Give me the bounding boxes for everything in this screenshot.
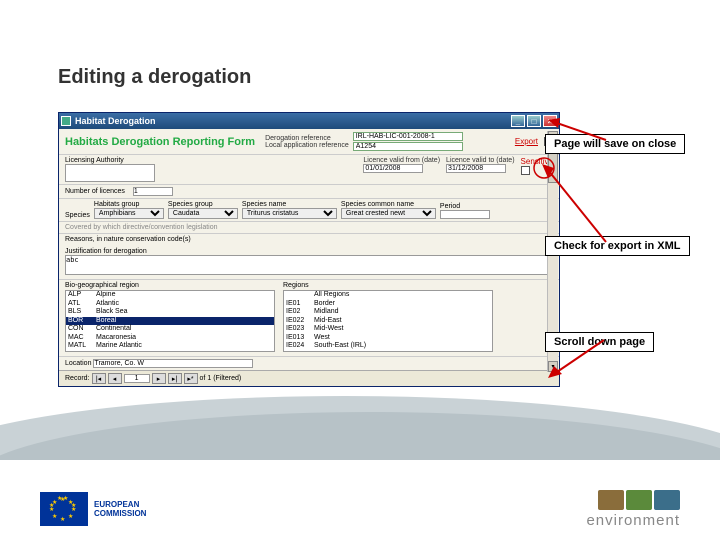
local-ref-label: Local application reference <box>265 142 349 149</box>
common-name-select[interactable]: Triturus cristatus <box>242 208 337 219</box>
window-title: Habitat Derogation <box>75 116 156 126</box>
window-titlebar: Habitat Derogation _ □ × <box>59 113 559 129</box>
derogation-ref-label: Derogation reference <box>265 135 349 142</box>
nav-prev-button[interactable]: ◂ <box>108 373 122 384</box>
justification-label: Justification for derogation <box>65 248 553 255</box>
environment-logo: environment <box>586 490 680 529</box>
app-window: Habitat Derogation _ □ × Habitats Deroga… <box>58 112 560 387</box>
row-reasons: Reasons, in nature conservation code(s) <box>59 234 559 246</box>
nav-new-button[interactable]: ▸* <box>184 373 198 384</box>
bio-region-label: Bio-geographical region <box>65 282 275 289</box>
species-select[interactable]: Caudata <box>168 208 238 219</box>
nav-last-button[interactable]: ▸| <box>168 373 182 384</box>
slide-title: Editing a derogation <box>58 66 251 89</box>
valid-to-label: Licence valid to (date) <box>446 157 514 164</box>
nav-of-label: of <box>200 375 206 382</box>
scroll-down-button[interactable]: ▾ <box>548 361 558 372</box>
env-tile-icon <box>598 490 624 510</box>
period-label: Period <box>440 203 490 210</box>
footer: EUROPEANCOMMISSION environment <box>0 478 720 540</box>
local-ref-input[interactable] <box>353 142 463 151</box>
species-group-label: Species <box>65 212 90 219</box>
derogation-ref-input[interactable] <box>353 132 463 141</box>
env-tile-icon <box>654 490 680 510</box>
env-tile-icon <box>626 490 652 510</box>
nav-first-button[interactable]: |◂ <box>92 373 106 384</box>
nav-label: Record: <box>65 375 90 382</box>
callout-scroll-down: Scroll down page <box>545 332 654 352</box>
export-link[interactable]: Export <box>515 137 538 146</box>
nav-position-input[interactable] <box>124 374 150 383</box>
location-input[interactable] <box>93 359 253 368</box>
licensing-authority-label: Licensing Authority <box>65 157 155 164</box>
period-input[interactable] <box>440 210 490 219</box>
sci-name-select[interactable]: Great crested newt <box>341 208 436 219</box>
reasons-label: Reasons, in nature conservation code(s) <box>65 236 553 243</box>
num-licences-label: Number of licences <box>65 188 125 195</box>
species-sub-label: Species group <box>168 201 238 208</box>
eu-commission-label: EUROPEANCOMMISSION <box>94 500 146 518</box>
num-licences-input[interactable] <box>133 187 173 196</box>
form-header: Habitats Derogation Reporting Form Derog… <box>59 129 559 155</box>
nav-total: 1 (Filtered) <box>207 375 241 382</box>
app-icon <box>61 116 71 126</box>
covered-label: Covered by which directive/convention le… <box>59 222 559 234</box>
nav-next-button[interactable]: ▸ <box>152 373 166 384</box>
licensing-authority-input[interactable] <box>65 164 155 182</box>
sensitive-checkbox[interactable] <box>521 166 530 175</box>
record-navigator: Record: |◂ ◂ ▸ ▸| ▸* of 1 (Filtered) <box>59 370 559 386</box>
location-label: Location <box>65 360 91 367</box>
common-name-label: Species name <box>242 201 337 208</box>
close-button[interactable]: × <box>543 115 557 127</box>
bio-region-listbox[interactable]: ALPAlpine ATLAtlantic BLSBlack Sea BORBo… <box>65 290 275 352</box>
row-species: Species Habitats group Amphibians Specie… <box>59 199 559 222</box>
justification-textarea[interactable]: abc <box>65 255 553 275</box>
regions-label: Regions <box>283 282 493 289</box>
form-title: Habitats Derogation Reporting Form <box>65 136 255 148</box>
row-location: Location <box>59 356 559 370</box>
valid-from-input[interactable] <box>363 164 423 173</box>
maximize-button[interactable]: □ <box>527 115 541 127</box>
row-lists: Bio-geographical region ALPAlpine ATLAtl… <box>59 280 559 356</box>
row-num-licences: Number of licences <box>59 185 559 199</box>
valid-from-label: Licence valid from (date) <box>363 157 440 164</box>
annex-label: Habitats group <box>94 201 164 208</box>
environment-text: environment <box>586 512 680 529</box>
valid-to-input[interactable] <box>446 164 506 173</box>
minimize-button[interactable]: _ <box>511 115 525 127</box>
row-justification: Justification for derogation abc <box>59 246 559 280</box>
callout-save-on-close: Page will save on close <box>545 134 685 154</box>
callout-export-xml: Check for export in XML <box>545 236 690 256</box>
regions-listbox[interactable]: All Regions IE01Border IE02Midland IE022… <box>283 290 493 352</box>
sci-name-label: Species common name <box>341 201 436 208</box>
annex-select[interactable]: Amphibians <box>94 208 164 219</box>
row-licensing: Licensing Authority Licence valid from (… <box>59 155 559 185</box>
decorative-waves <box>0 390 720 460</box>
eu-flag-icon <box>40 492 88 526</box>
